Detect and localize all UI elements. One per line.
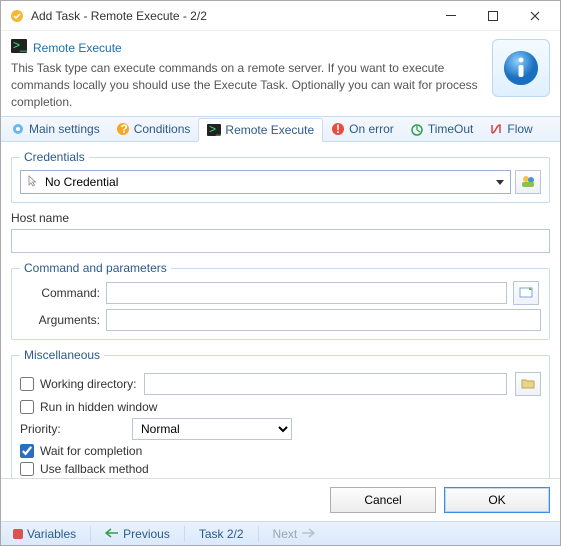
credentials-manager-icon (520, 173, 536, 192)
working-dir-checkbox[interactable] (20, 377, 34, 391)
window-title: Add Task - Remote Execute - 2/2 (31, 9, 430, 23)
credentials-value: No Credential (45, 175, 118, 189)
host-group: Host name (11, 211, 550, 253)
browse-file-icon (519, 286, 533, 301)
terminal-icon: >_ (11, 39, 27, 56)
browse-working-dir-button[interactable] (515, 372, 541, 396)
header: >_ Remote Execute This Task type can exe… (1, 31, 560, 116)
tab-timeout[interactable]: TimeOut (402, 117, 482, 141)
tab-flow[interactable]: Flow (481, 117, 540, 141)
svg-text:>_: >_ (13, 39, 27, 52)
variables-icon (13, 529, 23, 539)
credentials-select[interactable]: No Credential (20, 170, 511, 194)
browse-command-button[interactable] (513, 281, 539, 305)
maximize-button[interactable] (472, 2, 514, 30)
flow-icon (489, 122, 503, 136)
terminal-icon: >_ (207, 123, 221, 137)
host-label: Host name (11, 211, 69, 225)
working-dir-label: Working directory: (40, 377, 136, 391)
priority-label: Priority: (20, 422, 124, 436)
command-input[interactable] (106, 282, 507, 304)
settings-icon (11, 122, 25, 136)
header-description: This Task type can execute commands on a… (11, 60, 484, 110)
arrow-right-icon (301, 527, 315, 541)
tab-conditions[interactable]: ? Conditions (108, 117, 199, 141)
wait-completion-label: Wait for completion (40, 444, 142, 458)
titlebar: Add Task - Remote Execute - 2/2 (1, 1, 560, 31)
command-group: Command and parameters Command: Argument… (11, 261, 550, 340)
svg-text:?: ? (120, 122, 127, 136)
status-task-indicator: Task 2/2 (193, 527, 250, 541)
status-next: Next (267, 527, 322, 541)
working-dir-input[interactable] (144, 373, 507, 395)
help-icon: ? (116, 122, 130, 136)
ok-button[interactable]: OK (444, 487, 550, 513)
arguments-label: Arguments: (20, 313, 100, 327)
arrow-left-icon (105, 527, 119, 541)
status-previous[interactable]: Previous (99, 527, 176, 541)
info-icon[interactable] (492, 39, 550, 97)
host-input[interactable] (11, 229, 550, 253)
content-area: Credentials No Credential Host name Comm… (1, 142, 560, 478)
folder-icon (521, 377, 535, 392)
status-variables[interactable]: Variables (7, 527, 82, 541)
arguments-input[interactable] (106, 309, 541, 331)
tab-on-error[interactable]: ! On error (323, 117, 402, 141)
error-icon: ! (331, 122, 345, 136)
tab-main-settings[interactable]: Main settings (3, 117, 108, 141)
fallback-label: Use fallback method (40, 462, 149, 476)
tab-bar: Main settings ? Conditions >_ Remote Exe… (1, 116, 560, 142)
priority-select[interactable]: Normal (132, 418, 292, 440)
manage-credentials-button[interactable] (515, 170, 541, 194)
minimize-button[interactable] (430, 2, 472, 30)
misc-group: Miscellaneous Working directory: Run in … (11, 348, 550, 478)
header-title: Remote Execute (33, 41, 122, 55)
close-button[interactable] (514, 2, 556, 30)
wait-completion-checkbox[interactable] (20, 444, 34, 458)
misc-legend: Miscellaneous (20, 348, 104, 362)
tab-remote-execute[interactable]: >_ Remote Execute (198, 118, 323, 142)
svg-text:!: ! (336, 122, 340, 136)
run-hidden-label: Run in hidden window (40, 400, 157, 414)
command-label: Command: (20, 286, 100, 300)
credentials-legend: Credentials (20, 150, 89, 164)
cancel-button[interactable]: Cancel (330, 487, 436, 513)
cursor-icon (27, 175, 39, 190)
run-hidden-checkbox[interactable] (20, 400, 34, 414)
command-legend: Command and parameters (20, 261, 171, 275)
app-icon (9, 8, 25, 24)
timer-icon (410, 122, 424, 136)
fallback-checkbox[interactable] (20, 462, 34, 476)
footer: Cancel OK (1, 478, 560, 521)
credentials-group: Credentials No Credential (11, 150, 550, 203)
status-bar: Variables Previous Task 2/2 Next (1, 521, 560, 545)
svg-text:>_: >_ (209, 124, 221, 136)
